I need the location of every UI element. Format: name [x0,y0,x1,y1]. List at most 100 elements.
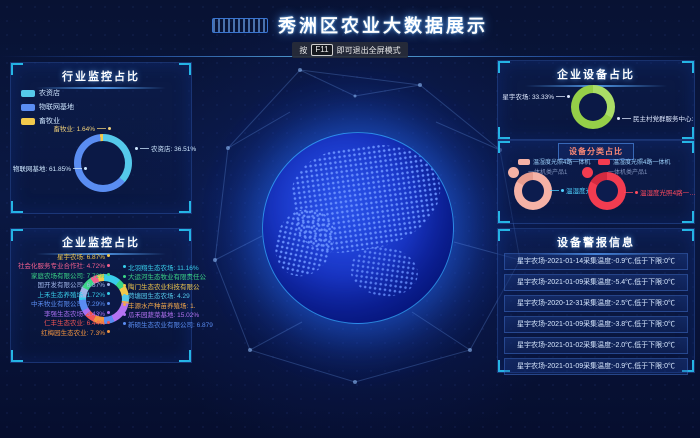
alarm-row: 星宇农场-2021-01-14采集温度:-0.9℃,低于下限:0℃ [504,253,688,270]
callout-minzhu-village: 民主村党群服务中心: [617,113,693,123]
donut-hole [579,93,607,121]
legend-label: 物联网基地 [39,102,74,112]
label-text: 中禾牧业有限公司: 7.29% [31,298,105,308]
label-text: 仁丰生态农业: 6.44% [44,317,105,327]
panel-industry-ratio: 行业监控占比 农资店 物联网基地 畜牧业 畜牧业: 1.64% 农资店: 36.… [10,62,192,214]
callout-line [73,168,82,169]
callout-text: 民主村党群服务中心: [633,113,693,123]
label-dot [107,302,110,305]
label-dot [107,311,110,314]
label-text: 丰源水产种苗养殖场: 1. [128,300,196,310]
chart-label: 陶门生态农业科技有限公 [123,281,207,291]
label-text: 瓜禾园蔬菜基地: 15.02% [128,309,199,319]
label-text: 红梅园生态农业: 7.3% [41,327,105,337]
callout-text: 农资店: 36.51% [151,143,196,153]
page-title: 秀洲区农业大数据展示 [278,12,488,38]
callout-dot [561,189,564,192]
class-left-donut-chart [514,172,552,210]
chart-label: 新硕生态农业有限公司: 6.879 [123,319,207,329]
callout-xumuye: 畜牧业: 1.64% [19,123,111,133]
alarm-row: 星宇农场-2020-12-31采集温度:-2.5℃,低于下限:0℃ [504,295,688,312]
label-dot [107,330,110,333]
device-donut-chart [571,85,615,129]
hint-suffix: 即可退出全屏模式 [337,45,401,56]
label-dot [107,254,110,257]
chart-label: 荷塘园生态农场: 4.29 [123,291,207,301]
legend-label: 农资店 [39,88,60,98]
callout-line [140,148,149,149]
label-dot [107,264,110,267]
callout-text: 温湿度光照4路一… [640,187,696,197]
enterprise-left-labels: 星宇农场: 6.87% 社会化服务专业合作社: 4.72% 家庭农场有限公司: … [11,251,110,337]
industry-legend: 农资店 物联网基地 畜牧业 [21,88,74,126]
panel-title: 设备警报信息 [498,229,694,255]
callout-dot [84,167,87,170]
alarm-list: 星宇农场-2021-01-14采集温度:-0.9℃,低于下限:0℃ 星宇农场-20… [504,253,688,379]
callout-text: 星宇农场: 33.33% [502,91,554,101]
label-dot [123,294,126,297]
label-dot [107,321,110,324]
label-text: 社会化服务专业合作社: 4.72% [18,260,105,270]
callout-text: 畜牧业: 1.64% [53,123,95,133]
chart-label: 瓜禾园蔬菜基地: 15.02% [123,310,207,320]
legend-swatch [598,159,610,165]
class-left-legend[interactable]: 温湿度光照4路一体机 [518,157,590,166]
label-dot [123,265,126,268]
callout-wulianwang: 物联网基地: 61.85% [11,163,87,173]
callout-line [622,118,631,119]
legend-swatch [21,90,35,97]
alarm-row: 星宇农场-2021-01-02采集温度:-2.0℃,低于下限:0℃ [504,337,688,354]
callout-line [556,96,565,97]
label-text: 北羽翔生态农场: 11.16% [128,262,199,272]
panel-device-ratio: 企业设备占比 星宇农场: 33.33% 民主村党群服务中心: [497,60,695,140]
legend-item[interactable]: 农资店 [21,88,74,98]
callout-text: 物联网基地: 61.85% [13,163,71,173]
label-text: 李强生态农场: 3.43% [44,308,105,318]
fullscreen-hint: 按 F11 即可退出全屏模式 [292,42,407,58]
label-dot [123,322,126,325]
class-right-mini-pie [582,167,593,178]
label-text: 家庭农场有限公司: 7.72% [31,270,105,280]
chart-label: 北羽翔生态农场: 11.16% [123,262,207,272]
callout-dot [635,191,638,194]
legend-label: 温湿度光照4路一体机 [613,157,670,166]
label-text: 荷塘园生态农场: 4.29 [128,290,190,300]
label-dot [107,273,110,276]
header: 秀洲区农业大数据展示 按 F11 即可退出全屏模式 [0,12,700,58]
chart-label: 上禾生态养殖场: 1.72% [11,289,110,299]
panel-enterprise-ratio: 企业监控占比 星宇农场: 6.87% 社会化服务专业合作社: 4.72% 家庭农… [10,228,192,363]
callout-line [624,192,633,193]
class-right-donut-chart [588,172,626,210]
label-dot [123,284,126,287]
legend-item[interactable]: 物联网基地 [21,102,74,112]
label-text: 星宇农场: 6.87% [57,251,105,261]
brand-logo [212,18,268,33]
callout-dot [108,127,111,130]
chart-label: 红梅园生态农业: 7.3% [11,327,110,337]
dashboard-stage: 秀洲区农业大数据展示 按 F11 即可退出全屏模式 行业监控占比 农资店 物联网… [0,0,700,438]
label-text: 国开发有限公司: 6.87% [37,279,105,289]
class-left-mini-pie [508,167,519,178]
chart-label: 家庭农场有限公司: 7.72% [11,270,110,280]
alarm-row: 星宇农场-2021-01-09采集温度:-3.8℃,低于下限:0℃ [504,316,688,333]
label-dot [107,283,110,286]
callout-dot [567,95,570,98]
panel-device-class: 设备分类占比 温湿度光照4路一体机 一体机类产品1 温湿度光照4路一… 温湿度光… [497,140,695,224]
chart-label: 星宇农场: 6.87% [11,251,110,261]
class-right-legend[interactable]: 温湿度光照4路一体机 [598,157,670,166]
alarm-row: 星宇农场-2021-01-09采集温度:-0.9℃,低于下限:0℃ [504,358,688,375]
chart-label: 李强生态农场: 3.43% [11,308,110,318]
legend-swatch [21,104,35,111]
label-text: 新硕生态农业有限公司: 6.879 [128,319,213,329]
label-dot [123,275,126,278]
label-dot [123,313,126,316]
callout-nongzidian: 农资店: 36.51% [135,143,196,153]
callout-line [97,128,106,129]
label-text: 大运河生态牧业有限责任公 [128,271,206,281]
f11-key-badge: F11 [311,44,332,56]
donut-hole [81,141,125,185]
callout-xingyu-farm: 星宇农场: 33.33% [506,91,570,101]
hint-prefix: 按 [299,45,307,56]
callout-dot [135,147,138,150]
panel-title: 行业监控占比 [11,63,191,89]
